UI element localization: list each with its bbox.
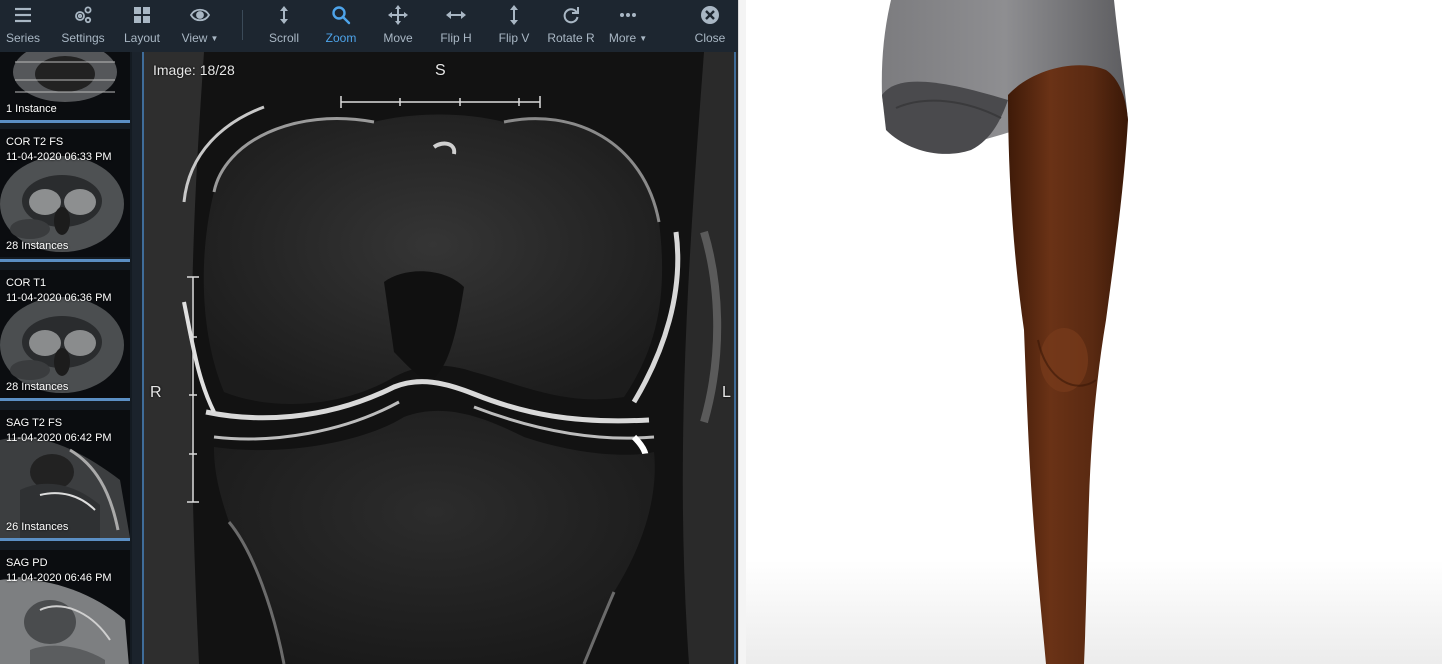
flip-h-button[interactable]: Flip H (434, 0, 478, 52)
series-thumbnail[interactable]: COR T2 FS 11-04-2020 06:33 PM 28 Instanc… (0, 129, 130, 257)
series-date: 11-04-2020 06:36 PM (6, 292, 112, 304)
series-thumbnail[interactable]: COR T1 11-04-2020 06:36 PM 28 Instances (0, 270, 130, 398)
flip-v-label: Flip V (498, 31, 530, 45)
series-preview-image (0, 270, 130, 398)
series-label: Series (5, 31, 40, 45)
close-circle-icon (701, 6, 719, 24)
magnifier-icon (332, 6, 351, 25)
series-panel: 1 Instance COR T2 FS 11-04-2020 06:33 PM… (0, 52, 132, 664)
move-cross-icon (388, 5, 408, 25)
dicom-viewer: Series Settings Layout View ▼ Scroll Zoom… (0, 0, 738, 664)
scroll-tool-button[interactable]: Scroll (264, 0, 304, 52)
zoom-label: Zoom (325, 31, 357, 45)
orientation-left-label: L (722, 384, 731, 401)
viewport-frame-edge (734, 52, 736, 664)
move-label: Move (383, 31, 413, 45)
eye-icon (190, 8, 210, 22)
view-label: View (181, 31, 208, 45)
series-instance-count: 28 Instances (6, 381, 69, 393)
rotate-r-label: Rotate R (547, 31, 595, 45)
flip-vertical-icon (510, 5, 518, 25)
image-viewport[interactable]: Image: 18/28 S R L (142, 52, 738, 664)
rotate-r-button[interactable]: Rotate R (546, 0, 596, 52)
series-thumbnail[interactable]: SAG PD 11-04-2020 06:46 PM (0, 550, 130, 664)
series-instance-count: 28 Instances (6, 240, 69, 252)
scroll-arrows-icon (280, 6, 288, 24)
settings-label: Settings (61, 31, 105, 45)
series-description: COR T2 FS (6, 136, 64, 148)
settings-button[interactable]: Settings (60, 0, 106, 52)
close-button[interactable]: Close (690, 0, 730, 52)
series-thumbnail[interactable]: 1 Instance (0, 52, 130, 120)
orientation-right-label: R (150, 384, 162, 401)
series-description: SAG PD (6, 557, 48, 569)
viewer-toolbar: Series Settings Layout View ▼ Scroll Zoom… (0, 0, 738, 52)
panel-divider[interactable] (738, 0, 746, 664)
series-preview-image (0, 129, 130, 257)
flip-horizontal-icon (446, 11, 466, 19)
more-dropdown[interactable]: More ▼ (604, 0, 652, 52)
leg-3d-model (746, 0, 1442, 664)
menu-icon (15, 7, 31, 23)
rotate-icon (563, 7, 579, 24)
move-tool-button[interactable]: Move (378, 0, 418, 52)
more-label: More (608, 31, 637, 45)
zoom-tool-button[interactable]: Zoom (320, 0, 362, 52)
series-description: COR T1 (6, 277, 47, 289)
view-dropdown[interactable]: View ▼ (176, 0, 224, 52)
series-divider (0, 398, 130, 401)
image-index-label: Image: 18/28 (153, 62, 235, 78)
series-divider (0, 259, 130, 262)
layout-button[interactable]: Layout (122, 0, 162, 52)
settings-gears-icon (75, 6, 92, 24)
close-label: Close (694, 31, 726, 45)
3d-model-view[interactable] (746, 0, 1442, 664)
layout-label: Layout (123, 31, 161, 45)
series-divider (0, 120, 130, 123)
orientation-superior-label: S (435, 62, 446, 79)
series-thumbnail[interactable]: SAG T2 FS 11-04-2020 06:42 PM 26 Instanc… (0, 410, 130, 538)
mri-knee-image (144, 52, 738, 664)
series-divider (0, 538, 130, 541)
layout-grid-icon (134, 7, 150, 23)
series-description: SAG T2 FS (6, 417, 63, 429)
series-instance-count: 26 Instances (6, 521, 69, 533)
series-button[interactable]: Series (4, 0, 42, 52)
flip-h-label: Flip H (440, 31, 472, 45)
more-dots-icon (620, 13, 636, 17)
series-preview-image (0, 410, 130, 538)
toolbar-separator (242, 10, 243, 40)
scroll-label: Scroll (268, 31, 299, 45)
series-date: 11-04-2020 06:46 PM (6, 572, 112, 584)
series-instance-count: 1 Instance (6, 103, 57, 115)
flip-v-button[interactable]: Flip V (492, 0, 536, 52)
series-date: 11-04-2020 06:33 PM (6, 151, 112, 163)
caret-down-icon: ▼ (639, 34, 648, 43)
series-date: 11-04-2020 06:42 PM (6, 432, 112, 444)
caret-down-icon: ▼ (210, 34, 219, 43)
